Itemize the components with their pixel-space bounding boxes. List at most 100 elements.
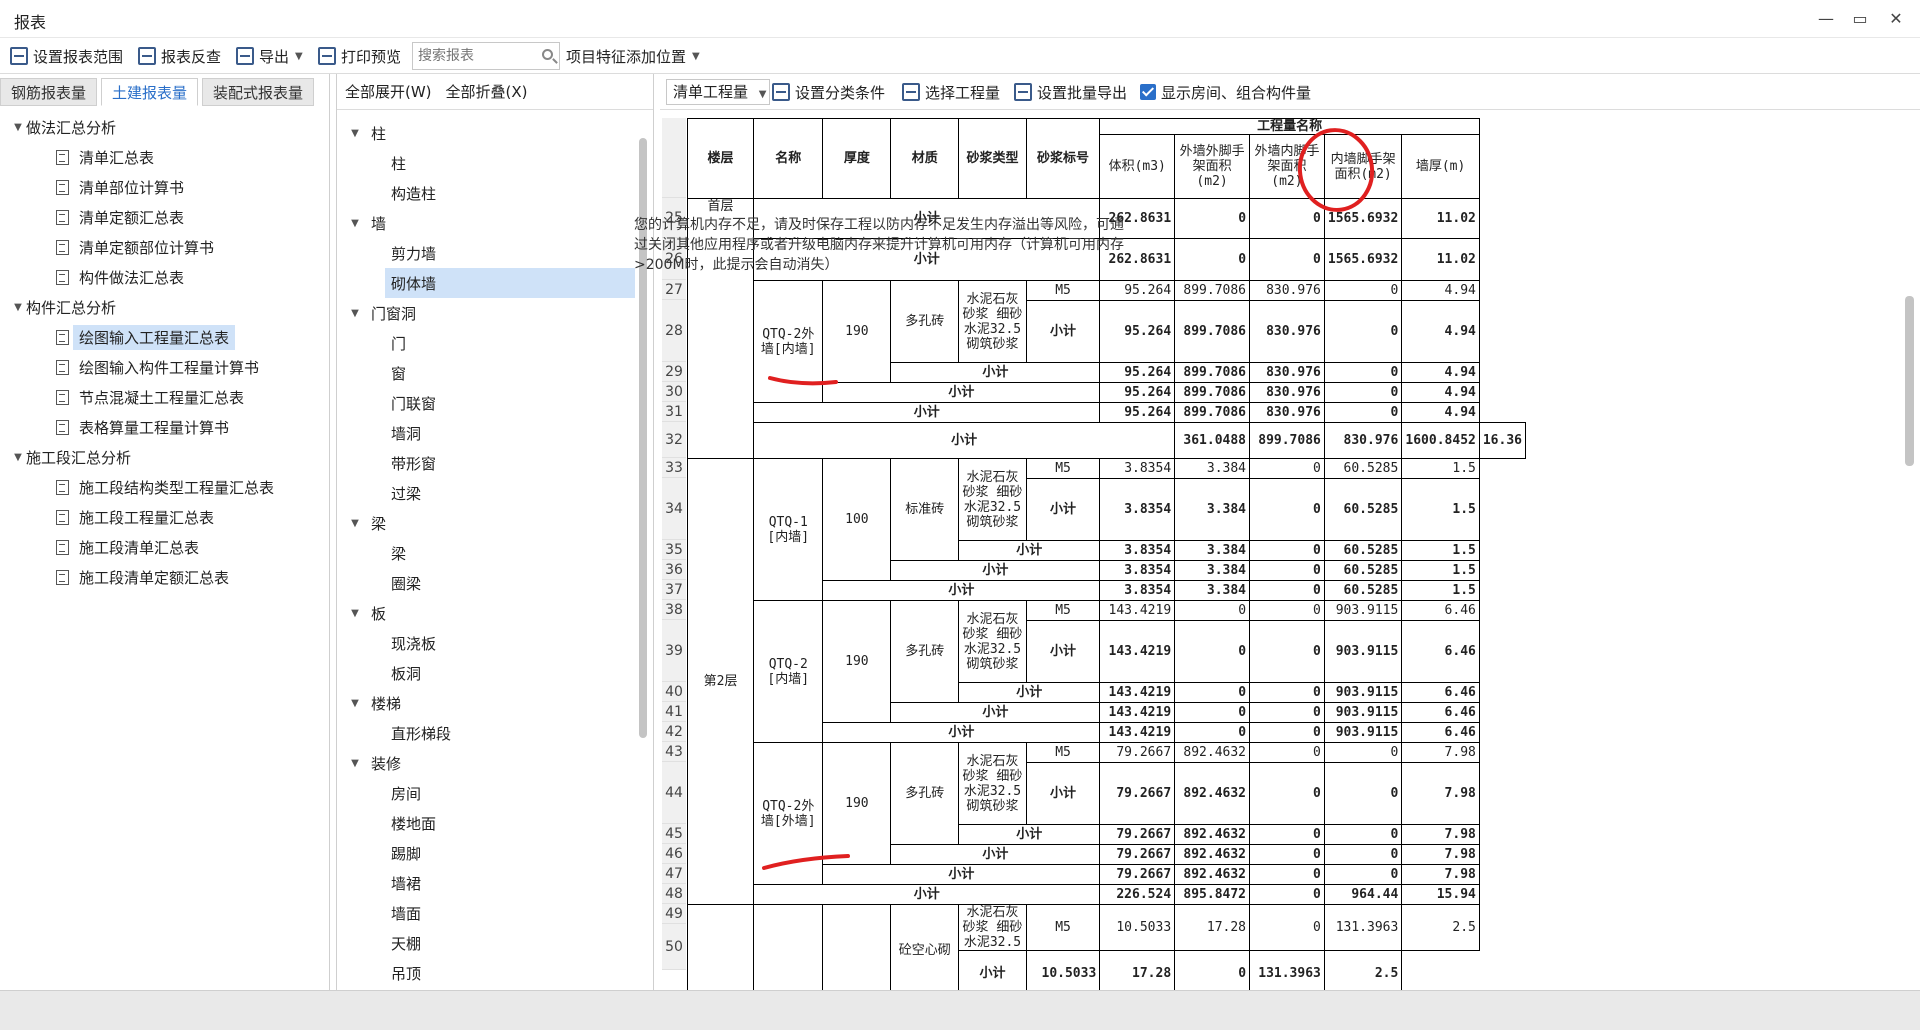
tab-prefab[interactable]: 装配式报表量 (202, 78, 315, 106)
chevron-down-icon[interactable]: ▼ (345, 128, 365, 139)
component-item[interactable]: 柱 (337, 148, 637, 178)
print-preview-button[interactable]: 打印预览 (318, 44, 401, 68)
component-item[interactable]: 墙面 (337, 898, 637, 928)
component-group[interactable]: ▼ 板 (337, 598, 637, 628)
component-item[interactable]: 圈梁 (337, 568, 637, 598)
reverse-check-button[interactable]: 报表反查 (138, 44, 221, 68)
tree-item[interactable]: 施工段结构类型工程量汇总表 (0, 472, 328, 502)
set-range-button[interactable]: 设置报表范围 (10, 44, 123, 68)
component-item[interactable]: 吊顶 (337, 958, 637, 988)
component-group[interactable]: ▼ 墙 (337, 208, 637, 238)
component-group[interactable]: ▼ 梁 (337, 508, 637, 538)
minimize-button[interactable]: — (1812, 6, 1840, 32)
chevron-down-icon[interactable]: ▼ (345, 518, 365, 529)
row-number[interactable]: 41 (662, 702, 686, 722)
restore-button[interactable]: ▭ (1846, 6, 1874, 32)
row-number[interactable]: 45 (662, 824, 686, 844)
chevron-down-icon[interactable]: ▼ (345, 308, 365, 319)
report-search[interactable] (412, 42, 560, 70)
component-item[interactable]: 门联窗 (337, 388, 637, 418)
tab-rebar[interactable]: 钢筋报表量 (0, 78, 98, 106)
report-scrollbar[interactable] (1905, 296, 1914, 466)
tree-item[interactable]: 绘图输入构件工程量计算书 (0, 352, 328, 382)
tree-item[interactable]: 施工段工程量汇总表 (0, 502, 328, 532)
component-item[interactable]: 构造柱 (337, 178, 637, 208)
row-number[interactable]: 33 (662, 458, 686, 478)
tree-item[interactable]: 节点混凝土工程量汇总表 (0, 382, 328, 412)
chevron-down-icon[interactable]: ▼ (345, 698, 365, 709)
row-number[interactable]: 32 (662, 422, 686, 458)
close-button[interactable]: ✕ (1882, 6, 1910, 32)
row-number[interactable]: 34 (662, 478, 686, 540)
component-item[interactable]: 梁 (337, 538, 637, 568)
expand-all-button[interactable]: 全部展开(W) (345, 81, 432, 102)
component-item[interactable]: 直形梯段 (337, 718, 637, 748)
search-icon[interactable] (542, 49, 553, 60)
add-feature-dropdown[interactable]: 项目特征添加位置 ▼ (566, 44, 700, 68)
component-item[interactable]: 板洞 (337, 658, 637, 688)
row-number[interactable]: 29 (662, 362, 686, 382)
row-number[interactable]: 46 (662, 844, 686, 864)
chevron-down-icon[interactable]: ▼ (345, 218, 365, 229)
component-group[interactable]: ▼ 柱 (337, 118, 637, 148)
collapse-all-button[interactable]: 全部折叠(X) (446, 81, 528, 102)
tree-item[interactable]: 清单汇总表 (0, 142, 328, 172)
tree-item[interactable]: 表格算量工程量计算书 (0, 412, 328, 442)
tree-item[interactable]: 施工段清单汇总表 (0, 532, 328, 562)
tree-item[interactable]: 绘图输入工程量汇总表 (0, 322, 328, 352)
tree-item[interactable]: 施工段清单定额汇总表 (0, 562, 328, 592)
chevron-down-icon[interactable]: ▼ (10, 302, 26, 313)
row-number[interactable]: 47 (662, 864, 686, 884)
search-input[interactable] (413, 43, 533, 69)
tree-item[interactable]: 清单部位计算书 (0, 172, 328, 202)
show-rooms-checkbox[interactable]: 显示房间、组合构件量 (1140, 80, 1311, 104)
component-item[interactable]: 楼地面 (337, 808, 637, 838)
row-number[interactable]: 49 (662, 904, 686, 924)
tab-civil[interactable]: 土建报表量 (101, 78, 199, 106)
component-item[interactable]: 房间 (337, 778, 637, 808)
row-number[interactable]: 39 (662, 620, 686, 682)
chevron-down-icon[interactable]: ▼ (10, 452, 26, 463)
row-number[interactable]: 50 (662, 924, 686, 970)
export-button[interactable]: 导出 ▼ (236, 44, 303, 68)
tree-item[interactable]: 清单定额汇总表 (0, 202, 328, 232)
set-category-button[interactable]: 设置分类条件 (772, 80, 885, 104)
row-number[interactable]: 40 (662, 682, 686, 702)
component-item[interactable]: 现浇板 (337, 628, 637, 658)
component-item[interactable]: 过梁 (337, 478, 637, 508)
component-item[interactable]: 墙裙 (337, 868, 637, 898)
chevron-down-icon[interactable]: ▼ (345, 608, 365, 619)
chevron-down-icon[interactable]: ▼ (10, 122, 26, 133)
component-group[interactable]: ▼ 楼梯 (337, 688, 637, 718)
row-number[interactable]: 30 (662, 382, 686, 402)
row-number[interactable]: 44 (662, 762, 686, 824)
component-item[interactable]: 墙洞 (337, 418, 637, 448)
component-group[interactable]: ▼ 装修 (337, 748, 637, 778)
select-quantity-button[interactable]: 选择工程量 (902, 80, 1000, 104)
row-number[interactable]: 48 (662, 884, 686, 904)
tree-group[interactable]: ▼ 施工段汇总分析 (0, 442, 328, 472)
row-number[interactable]: 35 (662, 540, 686, 560)
component-item[interactable]: 踢脚 (337, 838, 637, 868)
row-number[interactable]: 28 (662, 300, 686, 362)
quantity-type-select[interactable]: 清单工程量 ▼ (666, 79, 770, 105)
row-number[interactable]: 36 (662, 560, 686, 580)
component-item[interactable]: 窗 (337, 358, 637, 388)
component-item[interactable]: 天棚 (337, 928, 637, 958)
row-number[interactable]: 43 (662, 742, 686, 762)
row-number[interactable]: 42 (662, 722, 686, 742)
tree-group[interactable]: ▼ 做法汇总分析 (0, 112, 328, 142)
row-number[interactable]: 27 (662, 280, 686, 300)
row-number[interactable]: 31 (662, 402, 686, 422)
component-group[interactable]: ▼ 门窗洞 (337, 298, 637, 328)
tree-group[interactable]: ▼ 构件汇总分析 (0, 292, 328, 322)
component-item[interactable]: 剪力墙 (337, 238, 637, 268)
tree-item[interactable]: 构件做法汇总表 (0, 262, 328, 292)
tree-item[interactable]: 清单定额部位计算书 (0, 232, 328, 262)
component-item[interactable]: 带形窗 (337, 448, 637, 478)
row-number[interactable]: 37 (662, 580, 686, 600)
row-number[interactable]: 38 (662, 600, 686, 620)
component-item[interactable]: 砌体墙 (385, 268, 635, 298)
component-item[interactable]: 门 (337, 328, 637, 358)
chevron-down-icon[interactable]: ▼ (345, 758, 365, 769)
